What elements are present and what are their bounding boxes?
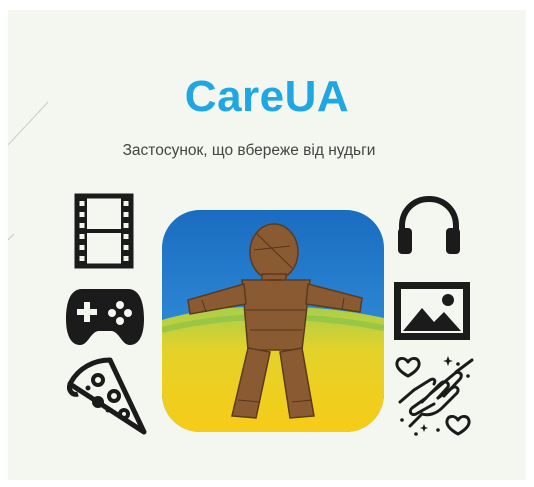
heart-hands-icon — [395, 356, 474, 436]
film-strip-icon — [74, 193, 134, 269]
headphones-icon — [398, 195, 460, 254]
app-icon-straw-doll — [162, 210, 384, 432]
gamepad-icon — [66, 289, 144, 345]
slide: CareUA Застосунок, що вбереже від нудьги — [8, 10, 526, 480]
image-icon — [394, 282, 470, 340]
page-title: CareUA — [184, 72, 350, 121]
page-subtitle: Застосунок, що вбереже від нудьги — [122, 142, 376, 159]
pizza-icon — [67, 357, 147, 435]
